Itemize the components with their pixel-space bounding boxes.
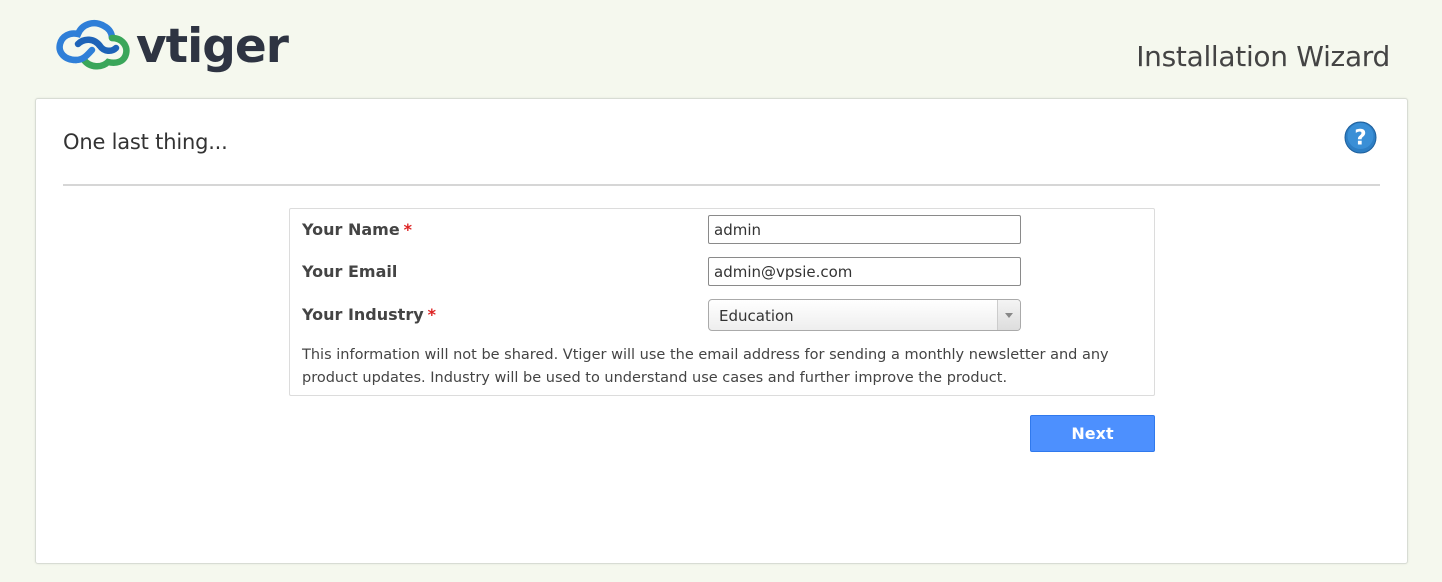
logo-text: vtiger [136, 19, 289, 74]
name-input[interactable] [708, 215, 1021, 244]
wizard-title: Installation Wizard [1136, 40, 1390, 73]
dropdown-arrow-icon[interactable] [997, 300, 1020, 330]
user-info-form: Your Name* Your Email Your Industry* Edu… [289, 208, 1155, 396]
name-label: Your Name * [302, 220, 412, 239]
svg-text:?: ? [1354, 126, 1366, 150]
required-marker: * [427, 305, 437, 324]
panel-title: One last thing... [63, 130, 228, 154]
industry-select[interactable]: Education [708, 299, 1021, 331]
cloud-logo-icon [56, 20, 130, 70]
panel-divider [63, 184, 1380, 186]
installation-wizard-page: vtiger Installation Wizard One last thin… [0, 0, 1442, 582]
privacy-note: This information will not be shared. Vti… [302, 347, 1109, 386]
industry-label: Your Industry * [302, 305, 436, 324]
industry-label-text: Your Industry [302, 305, 424, 324]
email-label: Your Email [302, 262, 398, 281]
vtiger-logo: vtiger [54, 16, 289, 78]
wizard-panel: One last thing... ? Your Name* Your Emai… [35, 98, 1408, 564]
next-button[interactable]: Next [1030, 415, 1155, 452]
industry-selected-value: Education [719, 307, 794, 325]
help-icon[interactable]: ? [1344, 121, 1377, 154]
name-label-text: Your Name [302, 220, 400, 239]
email-input[interactable] [708, 257, 1021, 286]
required-marker: * [403, 220, 413, 239]
